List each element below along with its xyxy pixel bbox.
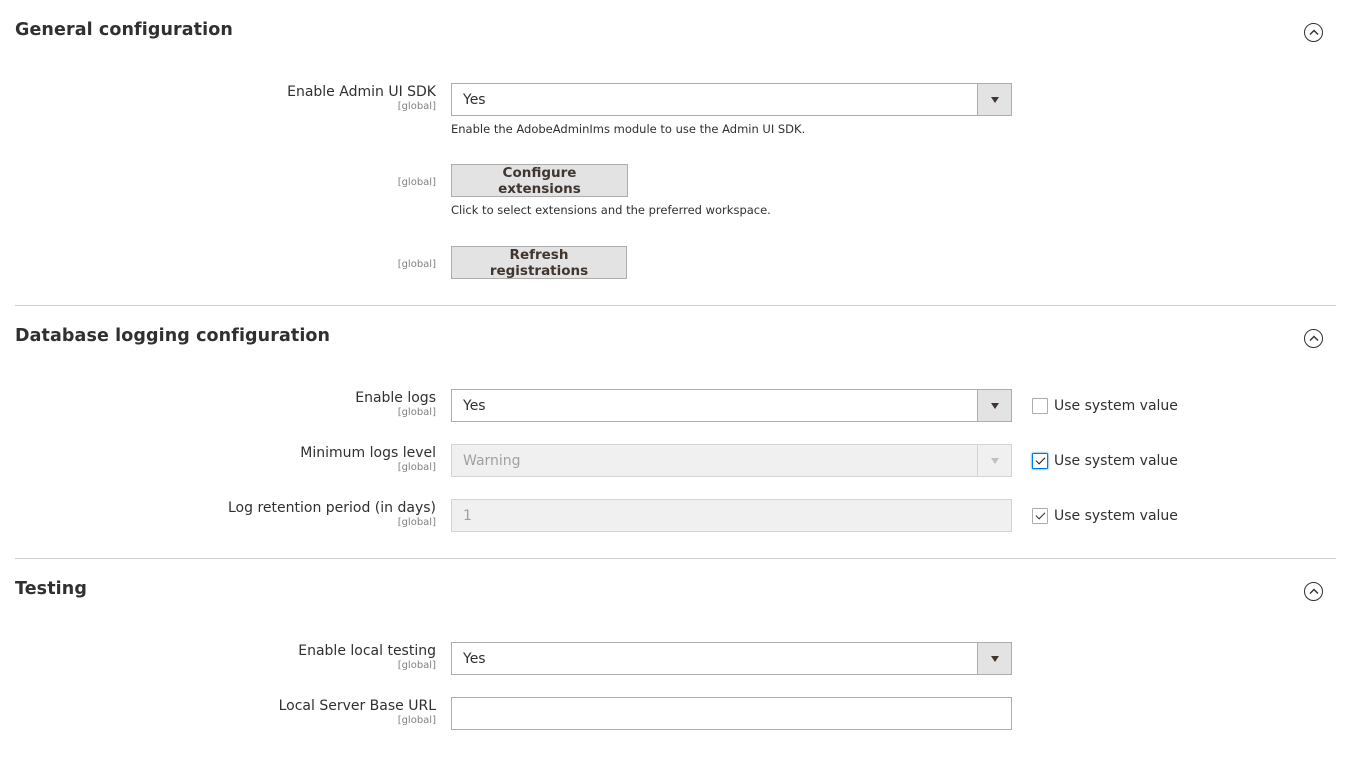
log-retention-period-input: 1 — [451, 499, 1012, 532]
triangle-down-icon — [990, 457, 999, 464]
enable-admin-ui-sdk-label-group: Enable Admin UI SDK [global] — [36, 84, 436, 112]
enable-admin-ui-sdk-select[interactable]: Yes — [451, 83, 1012, 116]
section-title-testing[interactable]: Testing — [15, 579, 87, 599]
scope-label: [global] — [397, 660, 436, 671]
enable-local-testing-label-group: Enable local testing [global] — [36, 643, 436, 671]
select-arrow[interactable] — [977, 390, 1011, 421]
scope-label: [global] — [397, 715, 436, 726]
log-retention-period-label-group: Log retention period (in days) [global] — [36, 500, 436, 528]
scope-label: [global] — [397, 101, 436, 112]
select-value: Yes — [463, 651, 486, 667]
triangle-down-icon — [990, 96, 999, 103]
field-label: Log retention period (in days) — [228, 500, 436, 516]
chevron-up-icon — [1309, 588, 1318, 594]
use-system-value-checkbox[interactable] — [1032, 453, 1048, 469]
use-system-value-label: Use system value — [1054, 453, 1178, 469]
use-system-value-checkbox[interactable] — [1032, 398, 1048, 414]
minimum-logs-level-use-system-value[interactable]: Use system value — [1032, 453, 1178, 469]
configure-extensions-note: Click to select extensions and the prefe… — [451, 203, 771, 217]
log-retention-period-use-system-value[interactable]: Use system value — [1032, 508, 1178, 524]
select-arrow[interactable] — [977, 643, 1011, 674]
scope-label: [global] — [397, 462, 436, 473]
field-label: Local Server Base URL — [278, 698, 436, 714]
chevron-up-icon — [1309, 335, 1318, 341]
scope-label: [global] — [397, 407, 436, 418]
section-title-general[interactable]: General configuration — [15, 20, 233, 40]
chevron-up-icon — [1309, 29, 1318, 35]
configure-extensions-button[interactable]: Configure extensions — [451, 164, 628, 197]
section-divider — [15, 305, 1336, 306]
minimum-logs-level-label-group: Minimum logs level [global] — [36, 445, 436, 473]
enable-logs-select[interactable]: Yes — [451, 389, 1012, 422]
select-value: Yes — [463, 92, 486, 108]
minimum-logs-level-select: Warning — [451, 444, 1012, 477]
select-arrow — [977, 445, 1011, 476]
enable-admin-ui-sdk-note: Enable the AdobeAdminIms module to use t… — [451, 122, 806, 136]
local-server-base-url-label-group: Local Server Base URL [global] — [36, 698, 436, 726]
field-label: Enable logs — [355, 390, 436, 406]
enable-logs-use-system-value[interactable]: Use system value — [1032, 398, 1178, 414]
field-label: Enable local testing — [298, 643, 436, 659]
use-system-value-checkbox[interactable] — [1032, 508, 1048, 524]
use-system-value-label: Use system value — [1054, 398, 1178, 414]
field-label: Minimum logs level — [300, 445, 436, 461]
enable-local-testing-select[interactable]: Yes — [451, 642, 1012, 675]
section-divider — [15, 558, 1336, 559]
local-server-base-url-input[interactable] — [451, 697, 1012, 730]
enable-logs-label-group: Enable logs [global] — [36, 390, 436, 418]
collapse-testing-button[interactable] — [1304, 582, 1323, 601]
collapse-database-logging-button[interactable] — [1304, 329, 1323, 348]
collapse-general-button[interactable] — [1304, 23, 1323, 42]
select-arrow[interactable] — [977, 84, 1011, 115]
refresh-registrations-scope: [global] — [397, 259, 436, 270]
use-system-value-label: Use system value — [1054, 508, 1178, 524]
triangle-down-icon — [990, 655, 999, 662]
refresh-registrations-button[interactable]: Refresh registrations — [451, 246, 627, 279]
field-label: Enable Admin UI SDK — [287, 84, 436, 100]
triangle-down-icon — [990, 402, 999, 409]
select-value: Yes — [463, 398, 486, 414]
scope-label: [global] — [397, 517, 436, 528]
section-title-database-logging[interactable]: Database logging configuration — [15, 326, 330, 346]
select-value: Warning — [463, 453, 521, 469]
configure-extensions-scope: [global] — [397, 177, 436, 188]
